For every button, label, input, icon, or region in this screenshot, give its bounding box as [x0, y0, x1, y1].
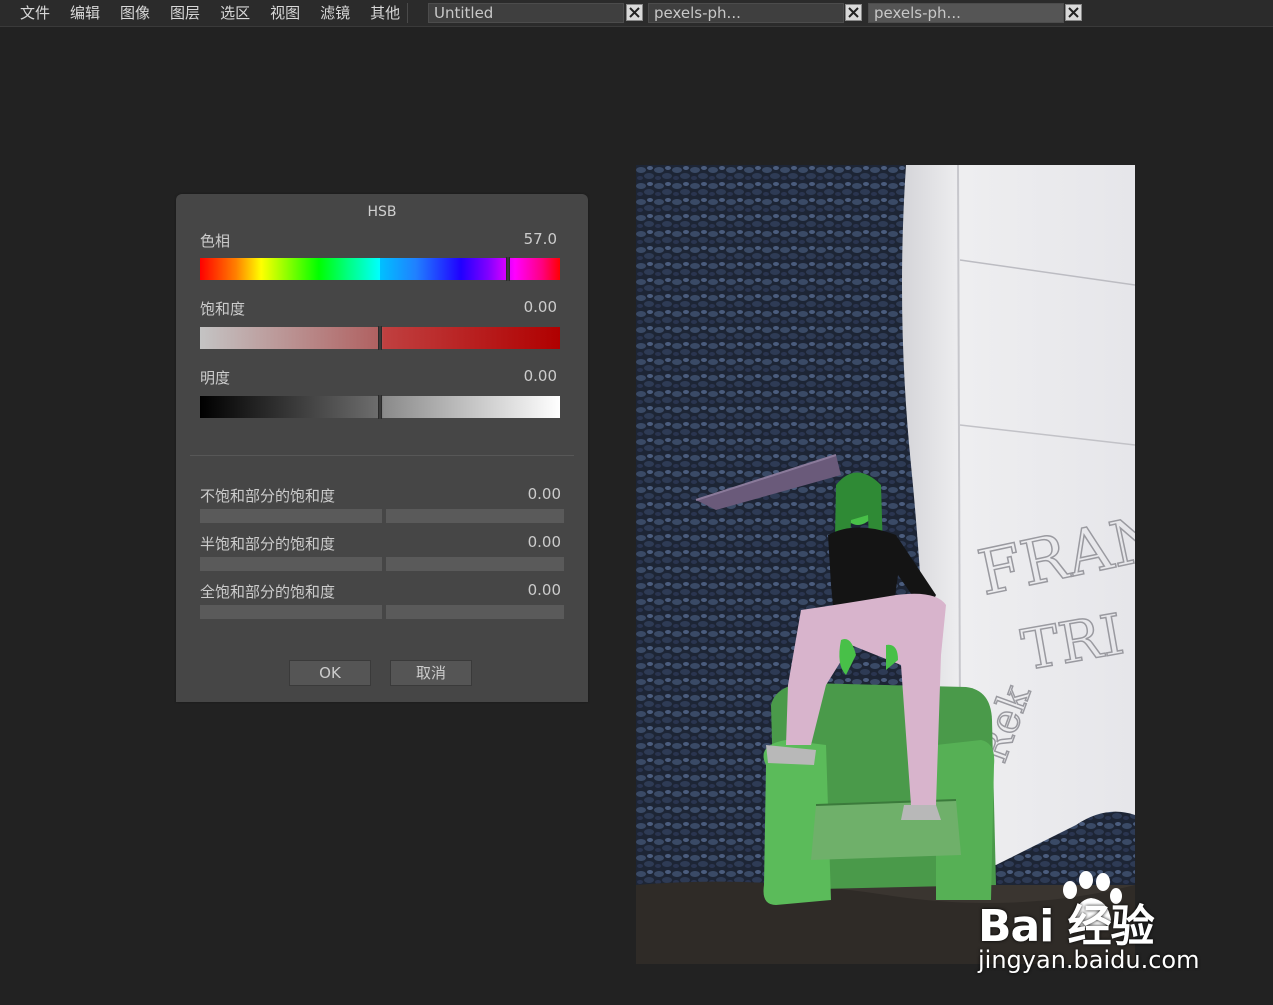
photo-illustration: FRANC TRI Rek	[636, 165, 1135, 964]
tab-close-icon[interactable]	[845, 4, 862, 21]
menu-other[interactable]: 其他	[360, 0, 410, 26]
brightness-label: 明度	[200, 369, 231, 387]
menu-layer[interactable]: 图层	[160, 0, 210, 26]
saturation-slider-handle[interactable]	[378, 326, 382, 350]
tab-close-icon[interactable]	[1065, 4, 1082, 21]
canvas-image[interactable]: FRANC TRI Rek	[636, 165, 1135, 964]
brightness-slider-handle[interactable]	[378, 395, 382, 419]
hue-slider-handle[interactable]	[506, 257, 510, 281]
hsb-dialog: HSB 色相 57.0 饱和度 0.00 明度 0.00 不饱和部分的饱和度 0…	[176, 194, 588, 702]
menu-select[interactable]: 选区	[210, 0, 260, 26]
unsaturated-slider[interactable]	[200, 509, 564, 523]
tab-untitled[interactable]: Untitled	[428, 3, 624, 23]
tab-pexels-1[interactable]: pexels-ph...	[648, 3, 844, 23]
full-saturated-value: 0.00	[527, 581, 561, 599]
dialog-divider	[190, 455, 574, 456]
tab-pexels-2[interactable]: pexels-ph...	[868, 3, 1064, 23]
hue-value: 57.0	[523, 230, 557, 248]
watermark-url: jingyan.baidu.com	[978, 946, 1200, 974]
saturation-label: 饱和度	[200, 300, 246, 318]
tab-close-icon[interactable]	[626, 4, 643, 21]
hue-slider-shifted	[380, 258, 560, 280]
hue-label: 色相	[200, 232, 231, 250]
menu-filter[interactable]: 滤镜	[310, 0, 360, 26]
menu-view[interactable]: 视图	[260, 0, 310, 26]
brightness-slider[interactable]	[200, 395, 560, 419]
full-saturated-slider[interactable]	[200, 605, 564, 619]
menu-file[interactable]: 文件	[10, 0, 60, 26]
half-saturated-slider-handle[interactable]	[382, 557, 386, 571]
saturation-slider[interactable]	[200, 326, 560, 350]
unsaturated-value: 0.00	[527, 485, 561, 503]
full-saturated-label: 全饱和部分的饱和度	[200, 583, 336, 601]
dialog-title: HSB	[367, 204, 397, 220]
cancel-button[interactable]: 取消	[390, 660, 472, 686]
menu-image[interactable]: 图像	[110, 0, 160, 26]
brightness-value: 0.00	[523, 367, 557, 385]
menu-items: 文件 编辑 图像 图层 选区 视图 滤镜 其他	[10, 0, 410, 26]
menubar: 文件 编辑 图像 图层 选区 视图 滤镜 其他 Untitled pexels-…	[0, 0, 1273, 27]
half-saturated-slider[interactable]	[200, 557, 564, 571]
baidu-watermark: Bai 经验 jingyan.baidu.com	[978, 866, 1218, 976]
unsaturated-label: 不饱和部分的饱和度	[200, 487, 336, 505]
half-saturated-value: 0.00	[527, 533, 561, 551]
half-saturated-label: 半饱和部分的饱和度	[200, 535, 336, 553]
full-saturated-slider-handle[interactable]	[382, 605, 386, 619]
ok-button[interactable]: OK	[289, 660, 371, 686]
tab-label: Untitled	[434, 4, 494, 22]
menu-edit[interactable]: 编辑	[60, 0, 110, 26]
menu-divider	[407, 3, 408, 23]
unsaturated-slider-handle[interactable]	[382, 509, 386, 523]
watermark-brand: Bai 经验	[978, 901, 1155, 952]
hue-slider[interactable]	[200, 257, 560, 281]
tab-label: pexels-ph...	[874, 4, 961, 22]
tab-label: pexels-ph...	[654, 4, 741, 22]
saturation-value: 0.00	[523, 298, 557, 316]
